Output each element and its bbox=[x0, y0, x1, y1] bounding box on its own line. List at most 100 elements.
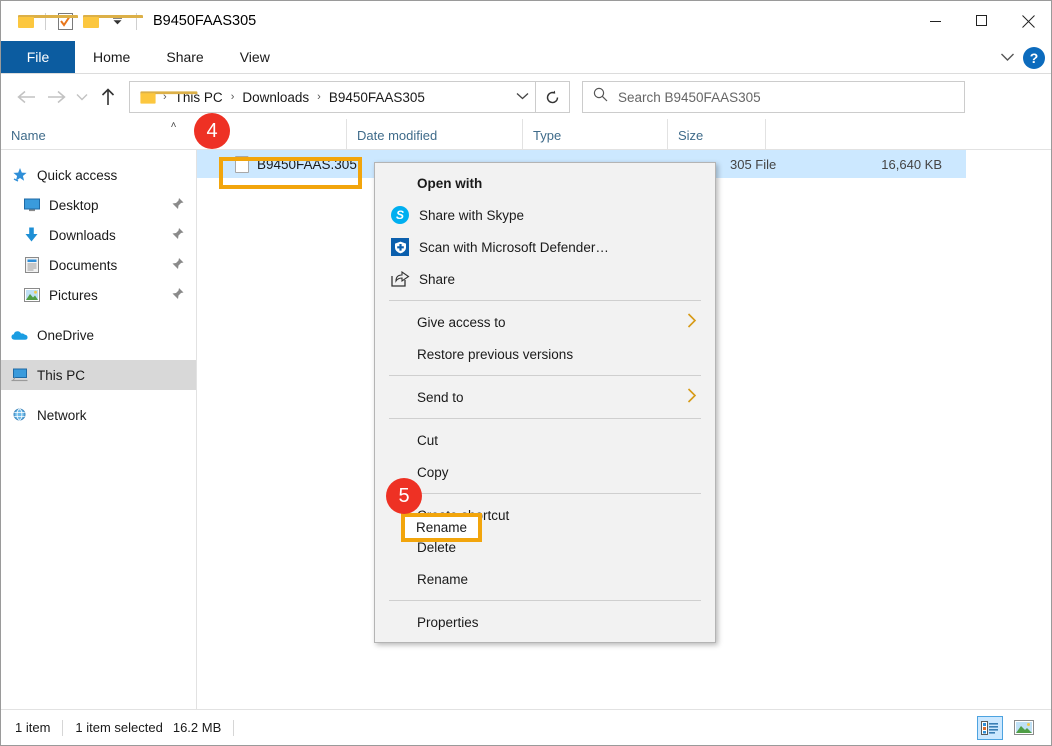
sidebar-item-pictures[interactable]: Pictures bbox=[1, 280, 196, 310]
sidebar-item-label: This PC bbox=[37, 368, 85, 383]
breadcrumb-separator: › bbox=[228, 91, 238, 103]
column-label: Size bbox=[678, 128, 703, 143]
details-view-icon[interactable] bbox=[977, 716, 1003, 740]
tab-file[interactable]: File bbox=[1, 41, 75, 73]
file-size-cell: 16,640 KB bbox=[861, 157, 956, 172]
quick-access-toolbar bbox=[1, 8, 143, 34]
context-menu: Open with S Share with Skype Scan with M… bbox=[374, 162, 716, 643]
menu-item-label: Send to bbox=[417, 390, 464, 405]
recent-locations-icon[interactable] bbox=[71, 82, 93, 112]
column-header-name[interactable]: ˄ Name bbox=[1, 119, 346, 149]
sidebar-item-label: Network bbox=[37, 408, 87, 423]
search-icon bbox=[593, 87, 608, 107]
address-dropdown-icon[interactable] bbox=[510, 91, 529, 103]
download-icon bbox=[23, 227, 40, 244]
tab-home[interactable]: Home bbox=[75, 41, 148, 73]
selection-size-label: 16.2 MB bbox=[173, 720, 221, 735]
window-title: B9450FAAS305 bbox=[153, 13, 256, 29]
customize-dropdown-icon[interactable] bbox=[104, 8, 130, 34]
search-box[interactable]: Search B9450FAAS305 bbox=[582, 81, 965, 113]
sort-ascending-icon: ˄ bbox=[171, 121, 177, 131]
sidebar-item-quick-access[interactable]: Quick access bbox=[1, 160, 196, 190]
star-icon bbox=[11, 167, 28, 184]
pin-icon[interactable] bbox=[172, 198, 184, 213]
breadcrumb: › This PC › Downloads › B9450FAAS305 bbox=[160, 90, 510, 105]
step-badge-5: 5 bbox=[386, 478, 422, 514]
column-header-size[interactable]: Size bbox=[667, 119, 765, 149]
menu-separator bbox=[389, 418, 701, 419]
sidebar-item-label: Documents bbox=[49, 258, 117, 273]
status-bar: 1 item 1 item selected 16.2 MB bbox=[1, 709, 1051, 745]
breadcrumb-item-current[interactable]: B9450FAAS305 bbox=[326, 90, 428, 105]
sidebar-item-desktop[interactable]: Desktop bbox=[1, 190, 196, 220]
pc-icon bbox=[11, 367, 28, 384]
menu-item-share[interactable]: Share bbox=[375, 263, 715, 295]
menu-item-restore-previous-versions[interactable]: Restore previous versions bbox=[375, 338, 715, 370]
pin-icon[interactable] bbox=[172, 258, 184, 273]
chevron-right-icon bbox=[687, 313, 697, 332]
share-icon bbox=[389, 268, 411, 290]
address-folder-icon bbox=[140, 91, 155, 103]
help-button[interactable]: ? bbox=[1023, 47, 1045, 69]
spacer bbox=[1, 350, 196, 360]
column-label: Name bbox=[11, 128, 46, 143]
menu-item-label: Give access to bbox=[417, 315, 506, 330]
column-header-spare[interactable] bbox=[765, 119, 853, 149]
rename-highlight-label: Rename bbox=[405, 513, 482, 542]
forward-icon[interactable] bbox=[41, 82, 71, 112]
menu-separator bbox=[389, 493, 701, 494]
menu-item-scan-with-defender[interactable]: Scan with Microsoft Defender… bbox=[375, 231, 715, 263]
sidebar-item-label: Pictures bbox=[49, 288, 98, 303]
breadcrumb-item-downloads[interactable]: Downloads bbox=[239, 90, 312, 105]
menu-item-properties[interactable]: Properties bbox=[375, 606, 715, 638]
column-header-type[interactable]: Type bbox=[522, 119, 667, 149]
menu-item-label: Share bbox=[419, 272, 455, 287]
large-icons-view-icon[interactable] bbox=[1011, 716, 1037, 740]
tab-view[interactable]: View bbox=[222, 41, 288, 73]
maximize-button[interactable] bbox=[959, 1, 1005, 41]
chevron-right-icon bbox=[687, 388, 697, 407]
sidebar-item-label: OneDrive bbox=[37, 328, 94, 343]
menu-item-rename[interactable]: Rename bbox=[375, 563, 715, 595]
ribbon-tabs: File Home Share View ? bbox=[1, 41, 1051, 74]
up-icon[interactable] bbox=[93, 82, 123, 112]
column-label: Date modified bbox=[357, 128, 437, 143]
sidebar-item-network[interactable]: Network bbox=[1, 400, 196, 430]
properties-icon[interactable] bbox=[52, 8, 78, 34]
menu-item-cut[interactable]: Cut bbox=[375, 424, 715, 456]
refresh-button[interactable] bbox=[536, 81, 570, 113]
spacer bbox=[1, 390, 196, 400]
chevron-down-icon[interactable] bbox=[1000, 49, 1015, 67]
address-bar[interactable]: › This PC › Downloads › B9450FAAS305 bbox=[129, 81, 536, 113]
minimize-button[interactable] bbox=[913, 1, 959, 41]
navigation-pane: Quick access Desktop bbox=[1, 150, 197, 712]
menu-item-label: Scan with Microsoft Defender… bbox=[419, 240, 609, 255]
sidebar-item-label: Desktop bbox=[49, 198, 99, 213]
divider bbox=[233, 720, 234, 736]
sidebar-item-documents[interactable]: Documents bbox=[1, 250, 196, 280]
tab-share[interactable]: Share bbox=[148, 41, 221, 73]
menu-item-open-with[interactable]: Open with bbox=[375, 167, 715, 199]
back-icon[interactable] bbox=[11, 82, 41, 112]
item-count-label: 1 item bbox=[15, 720, 50, 735]
menu-item-copy[interactable]: Copy bbox=[375, 456, 715, 488]
step-badge-4: 4 bbox=[194, 113, 230, 149]
search-input[interactable]: Search B9450FAAS305 bbox=[618, 90, 761, 105]
menu-item-share-with-skype[interactable]: S Share with Skype bbox=[375, 199, 715, 231]
sidebar-item-this-pc[interactable]: This PC bbox=[1, 360, 196, 390]
menu-item-give-access-to[interactable]: Give access to bbox=[375, 306, 715, 338]
sidebar-item-onedrive[interactable]: OneDrive bbox=[1, 320, 196, 350]
column-headers: ˄ Name Date modified Type Size bbox=[1, 120, 1051, 150]
column-header-date-modified[interactable]: Date modified bbox=[346, 119, 522, 149]
folder-icon[interactable] bbox=[13, 8, 39, 34]
pin-icon[interactable] bbox=[172, 228, 184, 243]
close-button[interactable] bbox=[1005, 1, 1051, 41]
sidebar-item-label: Downloads bbox=[49, 228, 116, 243]
spacer bbox=[1, 310, 196, 320]
menu-separator bbox=[389, 600, 701, 601]
sidebar-item-downloads[interactable]: Downloads bbox=[1, 220, 196, 250]
sidebar-item-label: Quick access bbox=[37, 168, 117, 183]
pin-icon[interactable] bbox=[172, 288, 184, 303]
new-folder-icon[interactable] bbox=[78, 8, 104, 34]
menu-item-send-to[interactable]: Send to bbox=[375, 381, 715, 413]
